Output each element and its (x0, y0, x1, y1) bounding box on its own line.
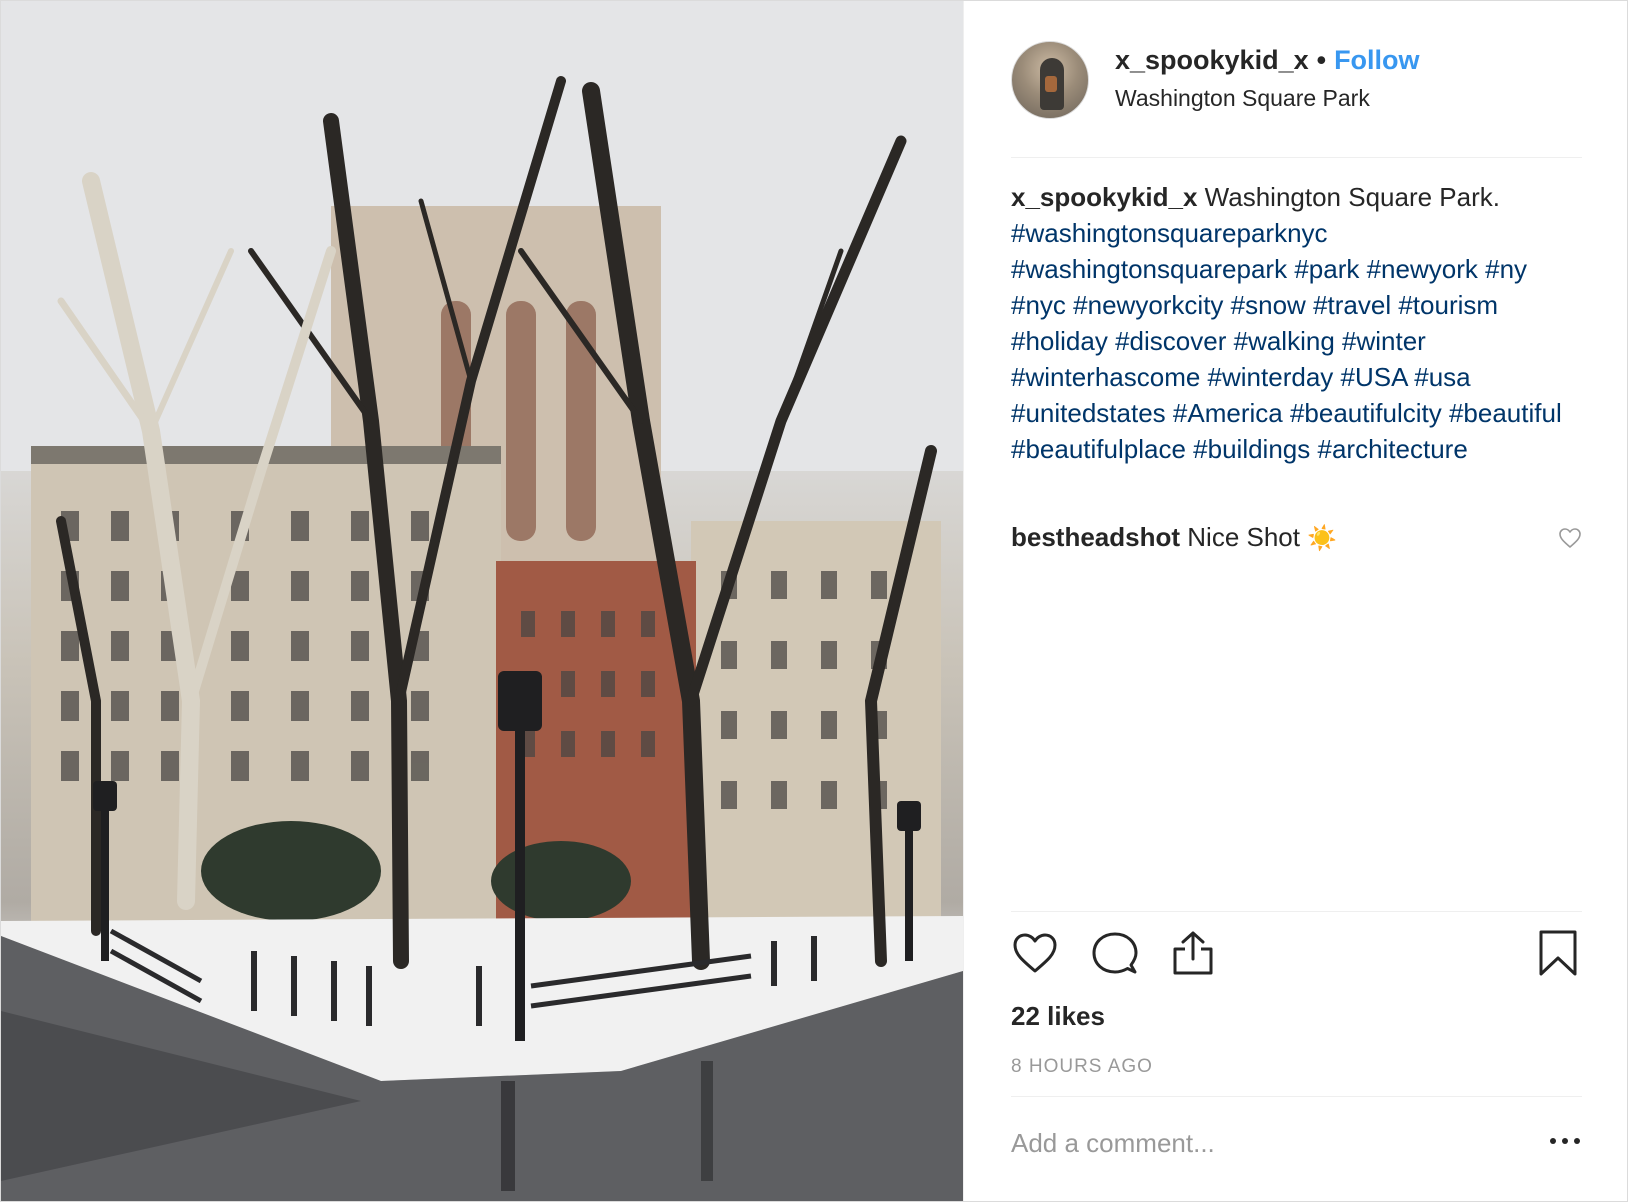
divider (1011, 911, 1582, 912)
comment-input[interactable] (1011, 1123, 1491, 1163)
comment-username[interactable]: bestheadshot (1011, 522, 1180, 552)
comment-text: Nice Shot (1187, 522, 1300, 552)
hashtag-link[interactable]: #USA (1341, 362, 1408, 392)
follow-button[interactable]: Follow (1334, 45, 1419, 75)
hashtag-link[interactable]: #washingtonsquareparknyc (1011, 218, 1328, 248)
caption-text: Washington Square Park. (1204, 182, 1500, 212)
divider (1011, 157, 1582, 158)
hashtag-link[interactable]: #winterhascome (1011, 362, 1200, 392)
separator-dot: • (1316, 45, 1327, 75)
action-bar (1011, 929, 1582, 983)
hashtag-link[interactable]: #usa (1414, 362, 1470, 392)
post-timestamp[interactable]: 8 HOURS AGO (1011, 1056, 1153, 1078)
hashtag-link[interactable]: #winter (1342, 326, 1426, 356)
hashtag-link[interactable]: #beautifulplace (1011, 434, 1186, 464)
post-photo (1, 1, 963, 1201)
hashtag-link[interactable]: #tourism (1398, 290, 1498, 320)
hashtag-link[interactable]: #beautiful (1449, 398, 1562, 428)
hashtag-link[interactable]: #buildings (1193, 434, 1310, 464)
likes-count[interactable]: 22 likes (1011, 1001, 1105, 1032)
hashtag-link[interactable]: #unitedstates (1011, 398, 1166, 428)
hashtag-link[interactable]: #washingtonsquarepark (1011, 254, 1287, 284)
username-row: x_spookykid_x • Follow (1115, 45, 1420, 76)
bookmark-icon[interactable] (1534, 929, 1582, 977)
sun-emoji: ☀️ (1307, 525, 1338, 552)
post-dialog: x_spookykid_x • Follow Washington Square P… (0, 0, 1628, 1202)
heart-icon[interactable] (1558, 526, 1582, 550)
more-options-icon[interactable] (1548, 1129, 1582, 1153)
hashtag-link[interactable]: #newyork (1367, 254, 1478, 284)
hashtag-link[interactable]: #travel (1313, 290, 1391, 320)
hashtag-link[interactable]: #America (1173, 398, 1283, 428)
hashtag-link[interactable]: #discover (1115, 326, 1226, 356)
avatar-patch (1045, 76, 1057, 92)
hashtag-link[interactable]: #ny (1485, 254, 1527, 284)
hashtag-link[interactable]: #architecture (1317, 434, 1467, 464)
heart-icon[interactable] (1011, 929, 1059, 977)
comment: bestheadshot Nice Shot ☀️ (1011, 519, 1581, 557)
post-side-panel: x_spookykid_x • Follow Washington Square P… (963, 1, 1627, 1201)
hashtag-link[interactable]: #snow (1231, 290, 1306, 320)
hashtag-link[interactable]: #beautifulcity (1290, 398, 1442, 428)
share-icon[interactable] (1169, 929, 1217, 977)
hashtag-link[interactable]: #nyc (1011, 290, 1066, 320)
hashtag-list: #washingtonsquareparknyc #washingtonsqua… (1011, 218, 1562, 464)
divider (1011, 1096, 1582, 1097)
username-link[interactable]: x_spookykid_x (1115, 45, 1309, 75)
comment-bubble-icon[interactable] (1091, 929, 1139, 977)
hashtag-link[interactable]: #park (1294, 254, 1359, 284)
avatar[interactable] (1011, 41, 1089, 119)
post-header: x_spookykid_x • Follow Washington Square P… (1011, 41, 1582, 159)
hashtag-link[interactable]: #holiday (1011, 326, 1108, 356)
hashtag-link[interactable]: #walking (1234, 326, 1335, 356)
park-scene-image (1, 1, 963, 1201)
hashtag-link[interactable]: #newyorkcity (1073, 290, 1223, 320)
location-link[interactable]: Washington Square Park (1115, 85, 1370, 112)
caption: x_spookykid_x Washington Square Park. #w… (1011, 179, 1581, 467)
hashtag-link[interactable]: #winterday (1208, 362, 1334, 392)
caption-username[interactable]: x_spookykid_x (1011, 182, 1197, 212)
